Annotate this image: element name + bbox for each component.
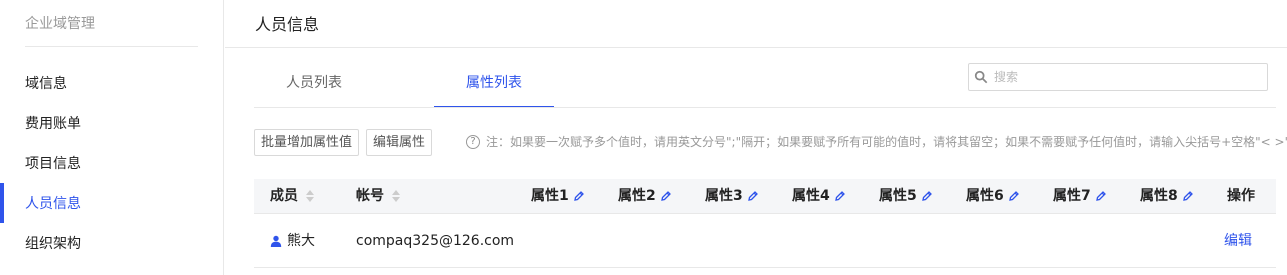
search-icon xyxy=(974,70,988,84)
sidebar-divider xyxy=(25,46,198,47)
tab-personnel-list[interactable]: 人员列表 xyxy=(257,62,371,108)
member-name: 熊大 xyxy=(287,233,315,249)
tabs-divider xyxy=(254,107,1276,108)
sidebar-header: 企业域管理 xyxy=(25,16,95,32)
column-header-attr4: 属性4 xyxy=(792,179,846,214)
column-header-attr3: 属性3 xyxy=(705,179,759,214)
column-header-action: 操作 xyxy=(1227,188,1255,204)
sidebar-item-personnel[interactable]: 人员信息 xyxy=(0,183,223,223)
account-cell: compaq325@126.com xyxy=(356,233,515,249)
page-title: 人员信息 xyxy=(255,15,320,34)
sort-icon[interactable] xyxy=(392,189,400,203)
search-box[interactable] xyxy=(968,63,1268,91)
column-label: 成员 xyxy=(270,188,298,204)
column-header-attr5: 属性5 xyxy=(879,179,933,214)
sidebar-item-org-structure[interactable]: 组织架构 xyxy=(0,223,223,263)
column-label: 属性1 xyxy=(531,188,569,204)
pencil-icon[interactable] xyxy=(921,190,933,202)
user-icon xyxy=(270,235,282,247)
sort-icon[interactable] xyxy=(306,189,314,203)
pencil-icon[interactable] xyxy=(660,190,672,202)
help-note: ? 注：如果要一次赋予多个值时，请用英文分号";"隔开；如果要赋予所有可能的值时… xyxy=(466,133,1287,150)
column-label: 帐号 xyxy=(356,188,384,204)
column-header-attr6: 属性6 xyxy=(966,179,1020,214)
column-label: 属性2 xyxy=(618,188,656,204)
sidebar-item-domain-info[interactable]: 域信息 xyxy=(0,63,223,103)
table-header: 成员 帐号 属性1 属性2 属性3 属性4 属性5 属性6 属性7 属性8 操作 xyxy=(254,179,1276,214)
column-label: 属性5 xyxy=(879,188,917,204)
pencil-icon[interactable] xyxy=(573,190,585,202)
pencil-icon[interactable] xyxy=(747,190,759,202)
column-header-attr7: 属性7 xyxy=(1053,179,1107,214)
pencil-icon[interactable] xyxy=(1095,190,1107,202)
sidebar-item-projects[interactable]: 项目信息 xyxy=(0,143,223,183)
column-label: 属性4 xyxy=(792,188,830,204)
edit-attribute-button[interactable]: 编辑属性 xyxy=(366,129,433,156)
sidebar-item-billing[interactable]: 费用账单 xyxy=(0,103,223,143)
pencil-icon[interactable] xyxy=(834,190,846,202)
column-label: 属性6 xyxy=(966,188,1004,204)
column-header-member[interactable]: 成员 xyxy=(270,179,314,214)
column-header-account[interactable]: 帐号 xyxy=(356,179,400,214)
column-label: 属性8 xyxy=(1140,188,1178,204)
sidebar: 企业域管理 域信息 费用账单 项目信息 人员信息 组织架构 xyxy=(0,0,224,275)
column-header-attr8: 属性8 xyxy=(1140,179,1194,214)
column-header-attr1: 属性1 xyxy=(531,179,585,214)
edit-link[interactable]: 编辑 xyxy=(1224,215,1252,268)
pencil-icon[interactable] xyxy=(1182,190,1194,202)
tab-attribute-list[interactable]: 属性列表 xyxy=(434,62,554,108)
bulk-add-attribute-button[interactable]: 批量增加属性值 xyxy=(254,129,360,156)
search-input[interactable] xyxy=(994,70,1264,84)
column-label: 属性7 xyxy=(1053,188,1091,204)
column-label: 属性3 xyxy=(705,188,743,204)
title-divider xyxy=(225,47,1287,48)
question-icon: ? xyxy=(466,134,480,149)
column-header-attr2: 属性2 xyxy=(618,179,672,214)
pencil-icon[interactable] xyxy=(1008,190,1020,202)
app-window: 企业域管理 域信息 费用账单 项目信息 人员信息 组织架构 人员信息 人员列表 … xyxy=(0,0,1287,275)
main-content: 人员信息 人员列表 属性列表 批量增加属性值 编辑属性 ? 注：如果要一次赋予多… xyxy=(225,0,1287,275)
member-cell: 熊大 xyxy=(270,215,315,268)
help-note-text: 注：如果要一次赋予多个值时，请用英文分号";"隔开；如果要赋予所有可能的值时，请… xyxy=(486,135,1287,149)
table-row: 熊大 compaq325@126.com 编辑 xyxy=(254,215,1276,268)
